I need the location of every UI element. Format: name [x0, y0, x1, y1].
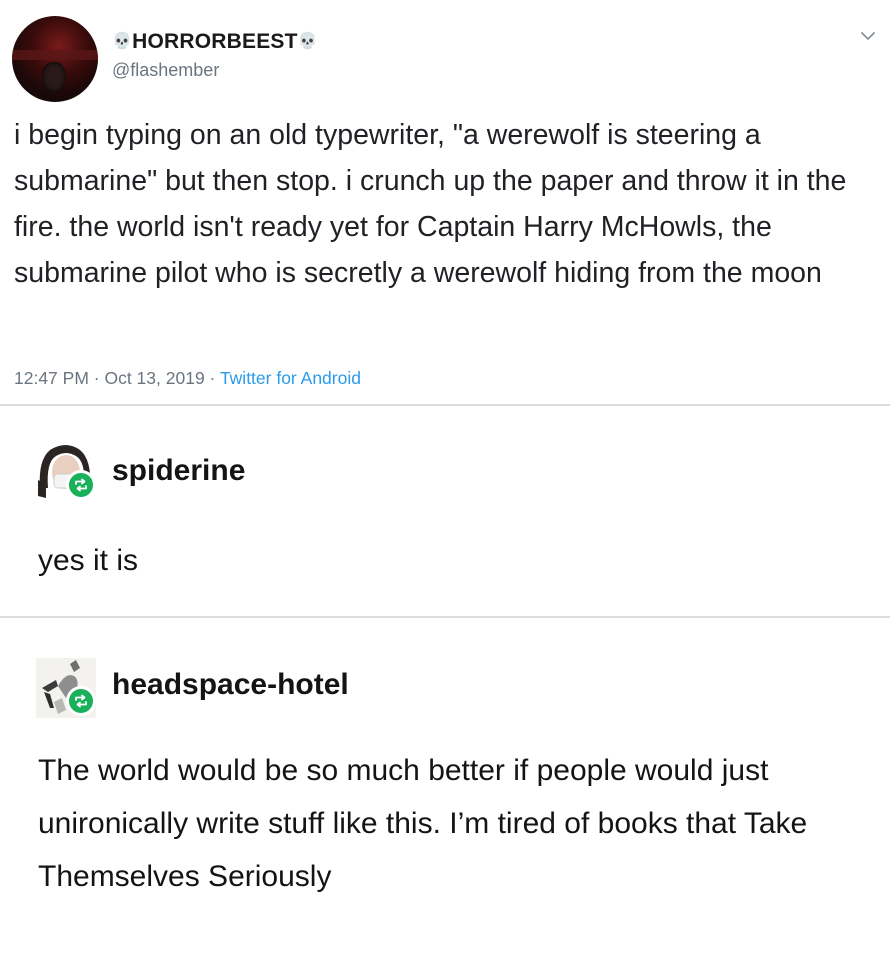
skull-icon: 💀	[297, 33, 318, 50]
reblog-entry: spiderine yes it is	[0, 406, 890, 616]
reblog-icon	[66, 470, 96, 500]
tweet-display-name[interactable]: 💀HORRORBEEST💀	[112, 30, 318, 54]
reblog-entry: headspace-hotel The world would be so mu…	[0, 618, 890, 960]
meta-separator: ·	[88, 368, 105, 388]
tweet-handle[interactable]: @flashember	[112, 60, 219, 81]
reblog-username[interactable]: spiderine	[112, 454, 245, 488]
reblog-username[interactable]: headspace-hotel	[112, 668, 349, 702]
tweet-source[interactable]: Twitter for Android	[220, 368, 361, 388]
tweet-text: i begin typing on an old typewriter, "a …	[14, 119, 847, 289]
reblog-text: The world would be so much better if peo…	[38, 754, 808, 893]
tweet-time: 12:47 PM	[14, 368, 89, 388]
tweet-date[interactable]: Oct 13, 2019	[104, 368, 204, 388]
chevron-down-icon[interactable]	[860, 28, 876, 44]
skull-icon: 💀	[112, 33, 133, 50]
meta-separator: ·	[204, 368, 220, 388]
tweet-card: 💀HORRORBEEST💀 @flashember i begin typing…	[0, 0, 890, 404]
tweet-avatar[interactable]	[12, 16, 98, 102]
display-name-text: HORRORBEEST	[132, 30, 298, 53]
reblog-icon	[66, 686, 96, 716]
tweet-meta: 12:47 PM · Oct 13, 2019 · Twitter for An…	[14, 368, 361, 389]
reblog-text: yes it is	[38, 544, 139, 577]
